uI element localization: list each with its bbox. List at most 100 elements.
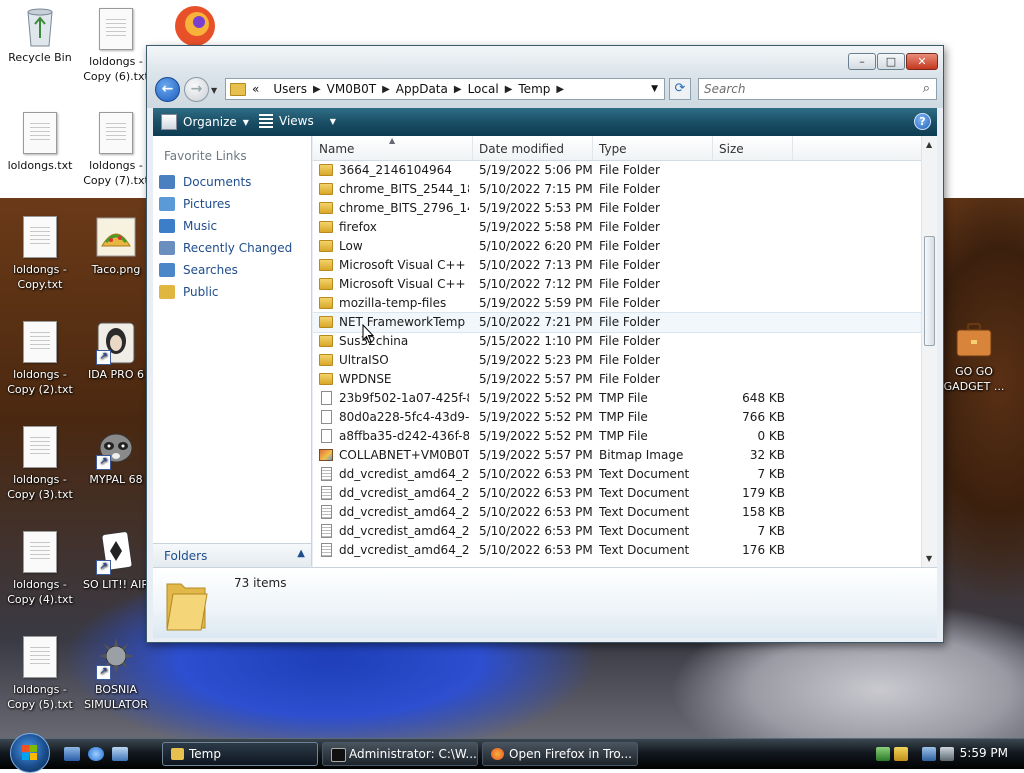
display-icon[interactable] — [922, 747, 936, 761]
file-row[interactable]: firefox 5/19/2022 5:58 PM File Folder — [313, 218, 921, 237]
briefcase-icon — [954, 318, 994, 362]
breadcrumb-user[interactable]: VM0B0T — [327, 82, 376, 96]
desktop-icon-txt[interactable]: loldongs.txt — [0, 112, 80, 173]
volume-muted-icon[interactable] — [940, 747, 954, 761]
chevron-right-icon[interactable]: ▶ — [382, 84, 390, 95]
chevron-right-icon[interactable]: ▶ — [454, 84, 462, 95]
file-row[interactable]: COLLABNET+VM0B0T.... 5/19/2022 5:57 PM Bit… — [313, 446, 921, 465]
breadcrumb-local[interactable]: Local — [468, 82, 499, 96]
breadcrumb-users[interactable]: Users — [273, 82, 307, 96]
desktop-icon-txt[interactable]: loldongs - Copy.txt — [0, 216, 80, 292]
file-row[interactable]: 80d0a228-5fc4-43d9-b... 5/19/2022 5:52 PM… — [313, 408, 921, 427]
desktop-icon-shortcut[interactable]: ↗ SO LIT!! AIR — [76, 531, 156, 592]
desktop-icon-recycle-bin[interactable]: Recycle Bin — [0, 4, 80, 65]
column-date-modified[interactable]: Date modified — [473, 136, 593, 160]
desktop-icon-txt[interactable]: loldongs - Copy (2).txt — [0, 321, 80, 397]
taskbar-button-cmd[interactable]: Administrator: C:\W... — [322, 742, 478, 766]
forward-button[interactable]: → — [184, 77, 209, 102]
show-desktop-icon[interactable] — [64, 747, 80, 761]
scrollbar-thumb[interactable] — [924, 236, 935, 346]
chevron-right-icon[interactable]: ▶ — [505, 84, 513, 95]
help-button[interactable]: ? — [914, 113, 931, 130]
close-button[interactable]: ✕ — [906, 53, 938, 70]
file-row[interactable]: Microsoft Visual C++ 2... 5/10/2022 7:12 … — [313, 275, 921, 294]
network-icon[interactable] — [876, 747, 890, 761]
chevron-up-icon[interactable]: ▲ — [297, 548, 305, 559]
search-icon[interactable]: ⌕ — [923, 81, 930, 96]
file-row[interactable]: chrome_BITS_2544_182... 5/10/2022 7:15 PM… — [313, 180, 921, 199]
file-row[interactable]: 23b9f502-1a07-425f-8c... 5/19/2022 5:52 P… — [313, 389, 921, 408]
file-row[interactable]: dd_vcredist_amd64_20... 5/10/2022 6:53 PM… — [313, 503, 921, 522]
desktop-icon-briefcase[interactable]: GO GO GADGET ... — [934, 318, 1014, 394]
file-row[interactable]: Microsoft Visual C++ 2... 5/10/2022 7:13 … — [313, 256, 921, 275]
file-row[interactable]: 3664_2146104964 5/19/2022 5:06 PM File Fol… — [313, 161, 921, 180]
file-row[interactable]: dd_vcredist_amd64_20... 5/10/2022 6:53 PM… — [313, 465, 921, 484]
file-row[interactable]: dd_vcredist_amd64_20... 5/10/2022 6:53 PM… — [313, 484, 921, 503]
address-overflow[interactable]: « — [252, 82, 259, 96]
desktop-icon-txt[interactable]: loldongs - Copy (4).txt — [0, 531, 80, 607]
file-row[interactable]: NET FrameworkTemp 5/10/2022 7:21 PM File F… — [313, 312, 922, 333]
desktop-icon-txt[interactable]: loldongs - Copy (6).txt — [76, 8, 156, 84]
file-name: chrome_BITS_2544_182... — [339, 182, 469, 196]
taskbar-button-temp[interactable]: Temp — [162, 742, 318, 766]
desktop-icon-shortcut[interactable]: ↗ IDA PRO 6 — [76, 321, 156, 382]
file-row[interactable]: mozilla-temp-files 5/19/2022 5:59 PM File … — [313, 294, 921, 313]
chevron-right-icon[interactable]: ▶ — [556, 84, 564, 95]
scroll-up-icon[interactable]: ▲ — [926, 140, 932, 149]
file-row[interactable]: Low 5/10/2022 6:20 PM File Folder — [313, 237, 921, 256]
firefox-icon — [491, 748, 504, 760]
file-row[interactable]: UltraISO 5/19/2022 5:23 PM File Folder — [313, 351, 921, 370]
window-titlebar[interactable]: – □ ✕ — [147, 46, 943, 74]
taskbar-button-firefox[interactable]: Open Firefox in Tro... — [482, 742, 638, 766]
organize-button[interactable]: Organize ▼ — [161, 114, 249, 130]
file-row[interactable]: chrome_BITS_2796_147... 5/19/2022 5:53 PM… — [313, 199, 921, 218]
back-button[interactable]: ← — [155, 77, 180, 102]
scroll-down-icon[interactable]: ▼ — [926, 554, 932, 563]
navigation-bar: ← → ▼ « Users ▶ VM0B0T ▶ AppData ▶ Local… — [147, 74, 943, 108]
desktop-icon-txt[interactable]: loldongs - Copy (3).txt — [0, 426, 80, 502]
search-input[interactable]: Search ⌕ — [698, 78, 937, 100]
text-file-icon — [321, 505, 332, 519]
file-row[interactable]: Sus32china 5/15/2022 1:10 PM File Folder — [313, 332, 921, 351]
folders-label: Folders — [164, 549, 208, 563]
start-button[interactable] — [10, 733, 50, 773]
desktop-icon-shortcut[interactable]: ↗ MYPAL 68 — [76, 426, 156, 487]
switch-windows-icon[interactable] — [112, 747, 128, 761]
file-row[interactable]: dd_vcredist_amd64_20... 5/10/2022 6:53 PM… — [313, 522, 921, 541]
views-button[interactable]: Views ▼ — [259, 114, 336, 128]
file-type: File Folder — [599, 334, 660, 348]
address-bar[interactable]: « Users ▶ VM0B0T ▶ AppData ▶ Local ▶ Tem… — [225, 78, 665, 100]
file-row[interactable]: WPDNSE 5/19/2022 5:57 PM File Folder — [313, 370, 921, 389]
nav-link-music[interactable]: Music — [159, 216, 217, 236]
internet-explorer-icon[interactable] — [88, 747, 104, 761]
clock[interactable]: 5:59 PM — [960, 746, 1008, 760]
desktop-icon-shortcut[interactable]: ↗ BOSNIA SIMULATOR — [76, 636, 156, 712]
firefox-desktop-icon[interactable] — [170, 2, 220, 46]
nav-link-recently-changed[interactable]: Recently Changed — [159, 238, 292, 258]
vertical-scrollbar[interactable]: ▲ ▼ — [921, 136, 937, 567]
desktop-icon-txt[interactable]: loldongs - Copy (5).txt — [0, 636, 80, 712]
arrow-left-icon: ← — [161, 81, 174, 97]
breadcrumb-temp[interactable]: Temp — [518, 82, 550, 96]
maximize-button[interactable]: □ — [877, 53, 905, 70]
file-type: File Folder — [599, 372, 660, 386]
nav-link-public[interactable]: Public — [159, 282, 219, 302]
chevron-right-icon[interactable]: ▶ — [313, 84, 321, 95]
folders-toggle-bar[interactable]: Folders ▲ — [153, 543, 311, 568]
recent-pages-dropdown[interactable]: ▼ — [211, 86, 217, 95]
column-size[interactable]: Size — [713, 136, 793, 160]
minimize-button[interactable]: – — [848, 53, 876, 70]
file-row[interactable]: a8ffba35-d242-436f-85... 5/19/2022 5:52 P… — [313, 427, 921, 446]
column-type[interactable]: Type — [593, 136, 713, 160]
address-dropdown-icon[interactable]: ▼ — [651, 84, 658, 94]
desktop-icon-txt[interactable]: loldongs - Copy (7).txt — [76, 112, 156, 188]
breadcrumb-appdata[interactable]: AppData — [396, 82, 448, 96]
file-type: File Folder — [599, 163, 660, 177]
nav-link-documents[interactable]: Documents — [159, 172, 251, 192]
nav-link-searches[interactable]: Searches — [159, 260, 238, 280]
refresh-button[interactable]: ⟳ — [669, 78, 691, 100]
desktop-icon-image[interactable]: Taco.png — [76, 216, 156, 277]
file-row[interactable]: dd_vcredist_amd64_20... 5/10/2022 6:53 PM… — [313, 541, 921, 560]
nav-link-pictures[interactable]: Pictures — [159, 194, 231, 214]
security-alert-icon[interactable] — [894, 747, 908, 761]
